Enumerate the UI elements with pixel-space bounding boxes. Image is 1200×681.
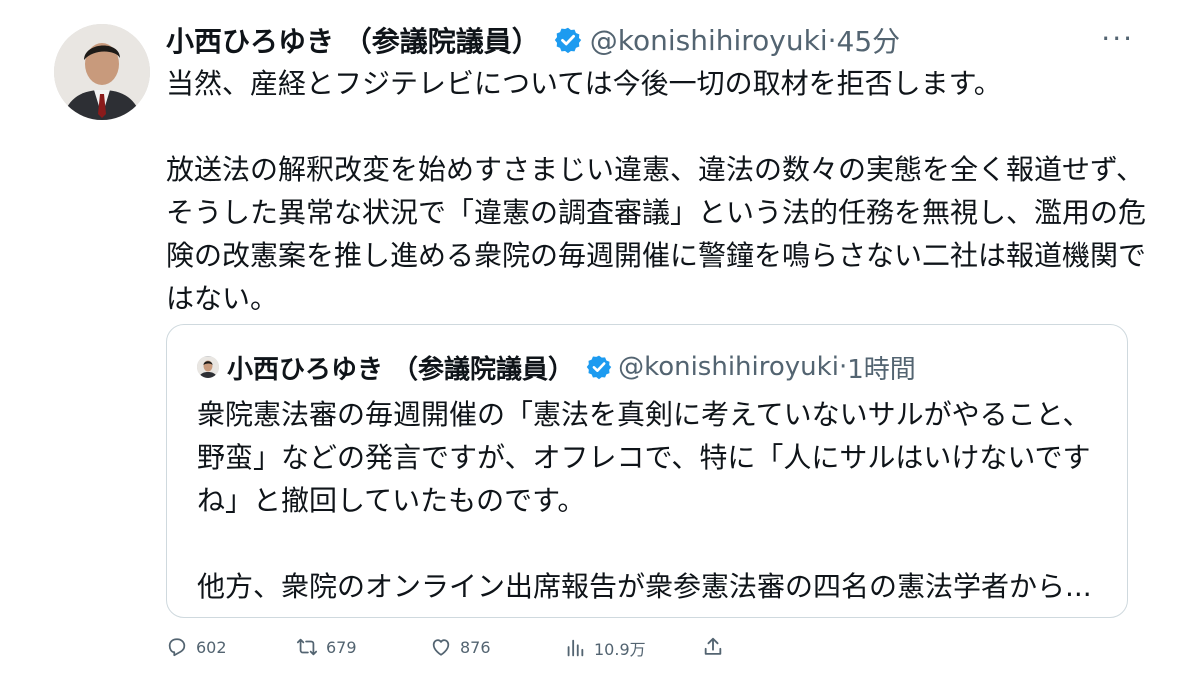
more-icon[interactable]: ··· (1101, 22, 1134, 55)
quoted-timestamp: 1時間 (847, 354, 916, 385)
tweet-timestamp[interactable]: 45分 (837, 20, 901, 60)
separator-dot: · (827, 23, 837, 57)
author-name[interactable]: 小西ひろゆき （参議院議員） (166, 20, 540, 60)
tweet-text: 当然、産経とフジテレビについては今後一切の取材を拒否します。 放送法の解釈改変を… (166, 67, 1147, 315)
retweet-icon (296, 638, 318, 656)
author-handle[interactable]: @konishihiroyuki (590, 24, 828, 57)
share-button[interactable] (702, 636, 732, 658)
like-button[interactable]: 876 (430, 636, 491, 658)
avatar-photo (54, 24, 150, 120)
retweet-count: 679 (326, 637, 357, 657)
tweet-actions: 602 679 876 10.9万 (166, 636, 726, 666)
like-count: 876 (460, 637, 491, 657)
reply-button[interactable]: 602 (166, 636, 227, 658)
quoted-author-avatar (197, 356, 219, 378)
reply-icon (168, 638, 186, 657)
verified-badge-icon (554, 26, 582, 54)
views-button[interactable]: 10.9万 (564, 636, 646, 660)
quoted-author-handle: @konishihiroyuki (618, 352, 839, 382)
separator-dot: · (838, 352, 848, 382)
tweet-header: 小西ひろゆき （参議院議員） @konishihiroyuki · 45分 (166, 20, 900, 60)
quoted-tweet[interactable]: 小西ひろゆき （参議院議員） @konishihiroyuki · 1時間 衆院… (166, 324, 1128, 618)
verified-badge-icon (586, 354, 612, 380)
quoted-author-name: 小西ひろゆき （参議院議員） (227, 354, 575, 385)
views-count: 10.9万 (594, 640, 646, 659)
like-icon (432, 639, 450, 656)
retweet-button[interactable]: 679 (296, 636, 357, 658)
reply-count: 602 (196, 637, 227, 657)
share-icon (704, 637, 722, 655)
quoted-tweet-header: 小西ひろゆき （参議院議員） @konishihiroyuki · 1時間 (197, 347, 916, 387)
quoted-tweet-text: 衆院憲法審の毎週開催の「憲法を真剣に考えていないサルがやること、野蛮」などの発言… (197, 398, 1092, 603)
views-icon (567, 639, 584, 657)
author-avatar[interactable] (54, 24, 150, 120)
